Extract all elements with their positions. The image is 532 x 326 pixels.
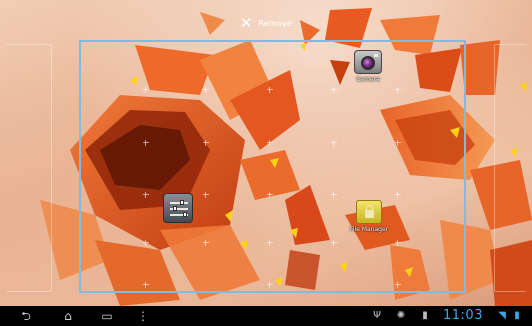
back-arrow-icon[interactable]: ⮌ [16, 309, 36, 323]
menu-dots-icon[interactable]: ⋮ [137, 309, 149, 323]
grid-marker [267, 240, 273, 246]
left-workspace-preview[interactable] [6, 44, 52, 292]
file-manager-app-shortcut[interactable]: File Manager [344, 200, 394, 233]
remove-drop-target[interactable]: ✕ Remove [0, 12, 532, 34]
grid-marker [203, 87, 209, 93]
file-manager-label: File Manager [349, 226, 389, 233]
grid-marker [143, 282, 149, 288]
sdcard-icon: ▮ [422, 310, 428, 321]
system-navigation-bar: ⮌ ⌂ ▭ ⋮ Ψ ✺ ▮ 11:03 ◥ ▮ [0, 306, 532, 326]
grid-marker [331, 240, 337, 246]
close-x-icon: ✕ [239, 13, 253, 32]
grid-marker [331, 192, 337, 198]
camera-label: Camera [356, 76, 380, 83]
grid-marker [143, 192, 149, 198]
camera-icon [354, 50, 382, 74]
grid-marker [395, 240, 401, 246]
grid-marker [331, 140, 337, 146]
status-clock: 11:03 [443, 308, 483, 323]
recent-apps-icon[interactable]: ▭ [97, 309, 117, 323]
settings-app-shortcut[interactable] [162, 193, 194, 223]
grid-marker [267, 140, 273, 146]
grid-marker [203, 140, 209, 146]
grid-marker [395, 140, 401, 146]
battery-icon: ▮ [514, 310, 520, 321]
grid-marker [267, 282, 273, 288]
settings-sliders-icon [163, 193, 193, 223]
debug-icon: ✺ [396, 310, 406, 321]
grid-marker [395, 282, 401, 288]
workspace-frame[interactable] [79, 40, 466, 293]
grid-marker [395, 87, 401, 93]
remove-label: Remove [258, 18, 293, 28]
folder-lock-icon [356, 200, 382, 224]
right-workspace-preview[interactable] [494, 44, 526, 292]
grid-marker [143, 240, 149, 246]
home-icon[interactable]: ⌂ [58, 309, 78, 323]
grid-marker [331, 87, 337, 93]
grid-marker [143, 87, 149, 93]
grid-marker [395, 192, 401, 198]
grid-marker [267, 192, 273, 198]
camera-app-shortcut[interactable]: Camera [346, 50, 390, 83]
grid-marker [203, 192, 209, 198]
grid-marker [267, 87, 273, 93]
usb-icon: Ψ [373, 310, 381, 321]
grid-marker [143, 140, 149, 146]
wifi-icon: ◥ [498, 310, 506, 321]
grid-marker [203, 240, 209, 246]
